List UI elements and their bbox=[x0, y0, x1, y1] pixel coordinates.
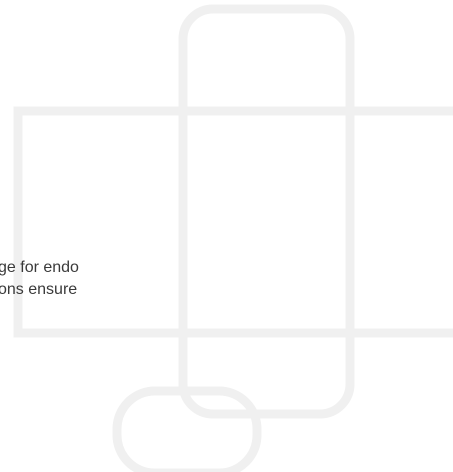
outline-rectangle bbox=[13, 106, 453, 338]
body-text-line-1: ge for endo bbox=[0, 259, 79, 276]
outline-tall-rounded-rect bbox=[178, 4, 355, 419]
body-text-line-2: ons ensure bbox=[0, 281, 78, 298]
decorative-outline-graphic bbox=[13, 4, 453, 472]
body-text-snippet: ge for endo ons ensure bbox=[0, 257, 79, 301]
